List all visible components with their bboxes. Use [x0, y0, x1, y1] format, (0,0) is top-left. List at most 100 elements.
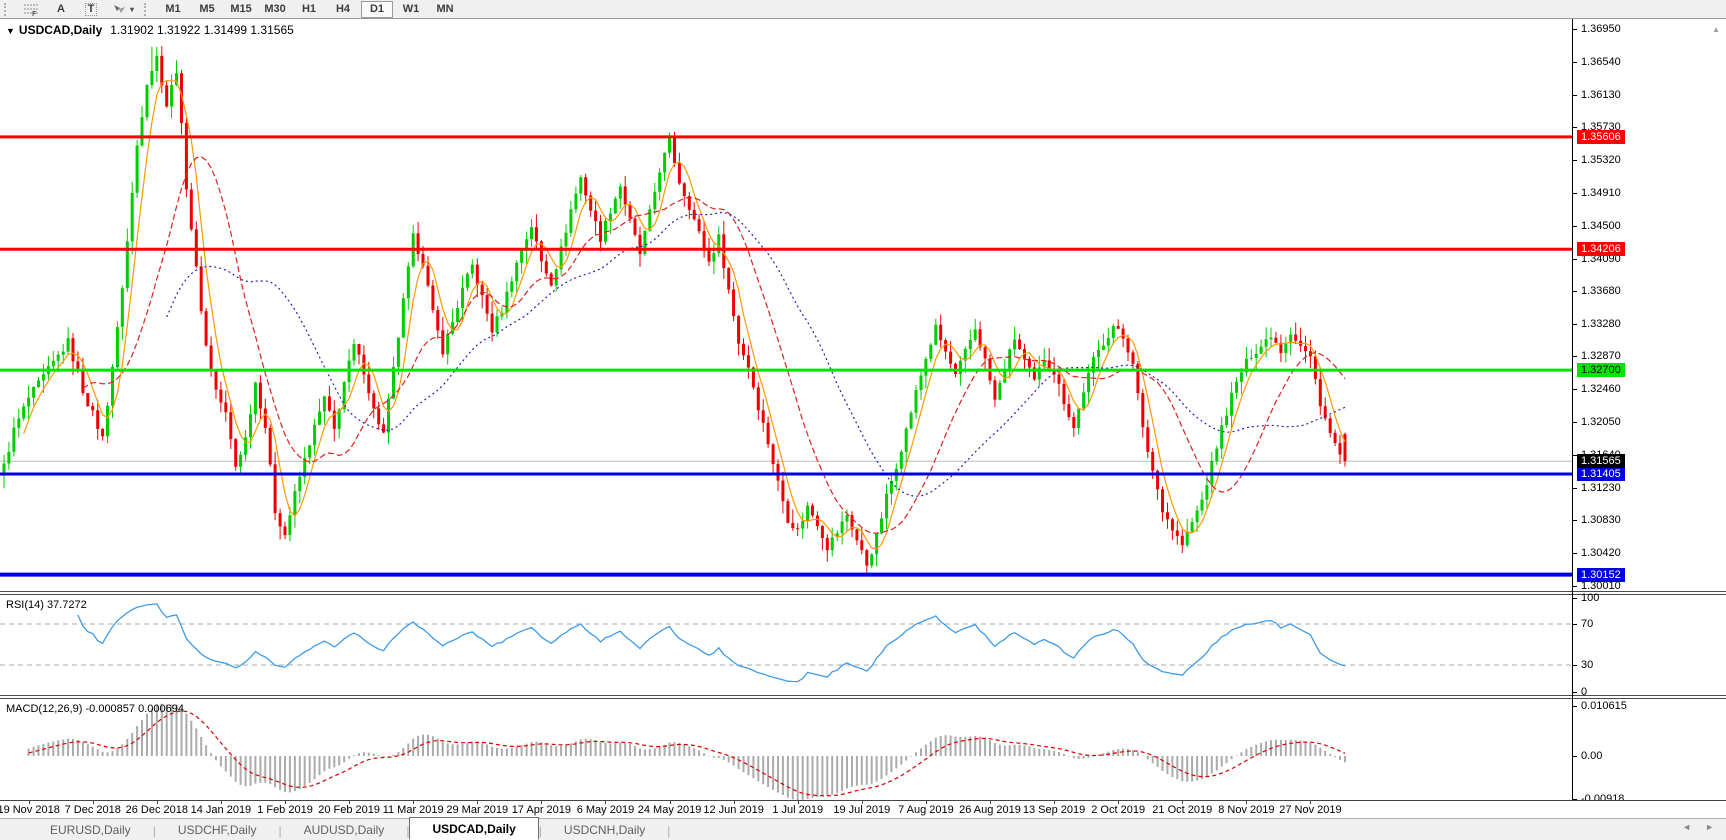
chart-title: ▼ USDCAD,Daily 1.31902 1.31922 1.31499 1.3… [6, 23, 294, 37]
text-label-tool-button[interactable]: A [46, 0, 76, 18]
axis-tick-mark [1573, 520, 1577, 522]
axis-tick-mark [1573, 692, 1577, 693]
price-level-tag: 1.30152 [1577, 567, 1625, 582]
price-tick: 1.36950 [1581, 23, 1621, 35]
arrows-icon [114, 5, 125, 13]
timeframe-w1-button[interactable]: W1 [395, 1, 427, 18]
rsi-tick: 30 [1581, 659, 1594, 671]
date-axis[interactable]: 19 Nov 2018 7 Dec 2018 26 Dec 2018 14 Jan 2… [0, 800, 1726, 818]
price-tick: 1.30420 [1581, 547, 1621, 560]
drawing-tools-group: F A T ▾ [16, 0, 140, 18]
date-label: 11 Mar 2019 [382, 804, 444, 816]
rsi-tick: 100 [1581, 592, 1600, 604]
date-label: 1 Feb 2019 [257, 804, 313, 816]
timeframe-d1-button[interactable]: D1 [361, 0, 394, 18]
timeframe-m5-button[interactable]: M5 [191, 1, 223, 18]
rsi-value: 37.7272 [46, 599, 87, 611]
timeframe-h1-button[interactable]: H1 [293, 1, 325, 18]
price-tick: 1.33680 [1581, 285, 1621, 298]
axis-tick-mark [1573, 94, 1577, 96]
chart-symbol: USDCAD,Daily [18, 23, 103, 37]
date-label: 24 May 2019 [637, 804, 702, 816]
chart-tab-bar: EURUSD,Daily | USDCHF,Daily | AUDUSD,Daily | U… [0, 817, 1726, 840]
price-level-tag: 1.34206 [1577, 242, 1625, 257]
axis-tick-mark [1573, 61, 1577, 63]
timeframe-group: M1 M5 M15 M30 H1 H4 D1 W1 MN [156, 0, 462, 18]
axis-tick-mark [1573, 291, 1577, 293]
date-label: 26 Aug 2019 [959, 804, 1021, 816]
chart-dropdown-icon[interactable]: ▼ [6, 26, 15, 36]
price-chart-canvas[interactable] [0, 19, 1572, 591]
date-label: 6 May 2019 [576, 804, 635, 816]
date-label: 8 Nov 2019 [1218, 804, 1275, 816]
macd-tick: 0.010615 [1581, 700, 1627, 712]
timeframe-h4-button[interactable]: H4 [327, 1, 359, 18]
moving-average-34 [166, 211, 1346, 497]
axis-tick-mark [1573, 665, 1577, 666]
price-tick: 1.36540 [1581, 55, 1621, 68]
price-tick: 1.35320 [1581, 153, 1621, 166]
date-label: 1 Jul 2019 [772, 804, 824, 816]
price-level-tag: 1.32700 [1577, 363, 1625, 378]
timeframe-mn-button[interactable]: MN [429, 1, 461, 18]
chart-tab-usdchf[interactable]: USDCHF,Daily [156, 820, 279, 840]
timeframe-m1-button[interactable]: M1 [157, 1, 189, 18]
rsi-panel-canvas[interactable] [0, 595, 1572, 695]
macd-panel-canvas[interactable] [0, 699, 1572, 801]
date-label: 7 Dec 2018 [64, 804, 121, 816]
axis-tick-mark [1573, 225, 1577, 227]
rsi-name: RSI(14) [6, 599, 44, 611]
fibonacci-tool-button[interactable]: F [16, 0, 46, 18]
axis-scroll-marker-icon[interactable]: ▲ [1712, 25, 1720, 34]
date-label: 17 Apr 2019 [511, 804, 572, 816]
price-level-tag: 1.31405 [1577, 467, 1625, 482]
date-label: 7 Aug 2019 [898, 804, 954, 816]
rsi-line [77, 603, 1346, 683]
chart-tab-audusd[interactable]: AUDUSD,Daily [282, 820, 407, 840]
toolbar-grip[interactable] [4, 2, 10, 16]
axis-tick-mark [1573, 422, 1577, 424]
chart-window: ▼ USDCAD,Daily 1.31902 1.31922 1.31499 1.3… [0, 18, 1726, 805]
chart-tab-usdcnh[interactable]: USDCNH,Daily [542, 820, 667, 840]
price-tick: 1.30830 [1581, 514, 1621, 527]
tab-scroll-left-icon[interactable]: ◄ [1682, 822, 1691, 832]
toolbar: F A T ▾ M1 M5 M15 M30 H1 H4 D1 W1 MN [0, 0, 1726, 19]
tab-scroll-right-icon[interactable]: ► [1705, 822, 1714, 832]
macd-label: MACD(12,26,9) -0.000857 0.000694 [6, 703, 184, 715]
svg-text:F: F [32, 11, 37, 16]
date-label: 21 Oct 2019 [1152, 804, 1213, 816]
price-tick: 1.36130 [1581, 88, 1621, 101]
rsi-label: RSI(14) 37.7272 [6, 599, 87, 611]
price-axis[interactable]: ▲ 1.36950 1.36540 1.36130 1.35730 1.35320 1.3… [1572, 19, 1726, 805]
text-tool-button[interactable]: T [76, 0, 106, 18]
date-label: 2 Oct 2019 [1091, 804, 1146, 816]
date-label: 12 Jun 2019 [703, 804, 764, 816]
price-tick: 1.32460 [1581, 383, 1621, 396]
macd-tick: 0.00 [1581, 750, 1603, 762]
timeframe-m30-button[interactable]: M30 [259, 1, 291, 18]
chart-tab-eurusd[interactable]: EURUSD,Daily [28, 820, 153, 840]
price-tick: 1.32870 [1581, 350, 1621, 363]
axis-tick-mark [1573, 756, 1577, 757]
chart-ohlc: 1.31902 1.31922 1.31499 1.31565 [110, 23, 294, 37]
date-label: 20 Feb 2019 [318, 804, 380, 816]
moving-average-17 [82, 156, 1346, 534]
axis-tick-mark [1573, 598, 1577, 599]
macd-values: -0.000857 0.000694 [85, 703, 184, 715]
fibonacci-icon: F [24, 4, 38, 16]
price-tick: 1.32050 [1581, 416, 1621, 429]
timeframe-m15-button[interactable]: M15 [225, 1, 257, 18]
axis-tick-mark [1573, 624, 1577, 625]
arrows-tool-button[interactable]: ▾ [106, 0, 140, 18]
toolbar-grip[interactable] [144, 2, 150, 16]
chart-tab-usdcad[interactable]: USDCAD,Daily [409, 817, 539, 840]
axis-tick-mark [1573, 389, 1577, 391]
price-tick: 1.34500 [1581, 219, 1621, 232]
price-tick: 1.33280 [1581, 317, 1621, 330]
macd-signal-line [28, 710, 1346, 797]
axis-tick-mark [1573, 553, 1577, 555]
rsi-tick: 70 [1581, 618, 1594, 630]
date-label: 27 Nov 2019 [1279, 804, 1342, 816]
axis-tick-mark [1573, 159, 1577, 161]
date-label: 29 Mar 2019 [446, 804, 509, 816]
